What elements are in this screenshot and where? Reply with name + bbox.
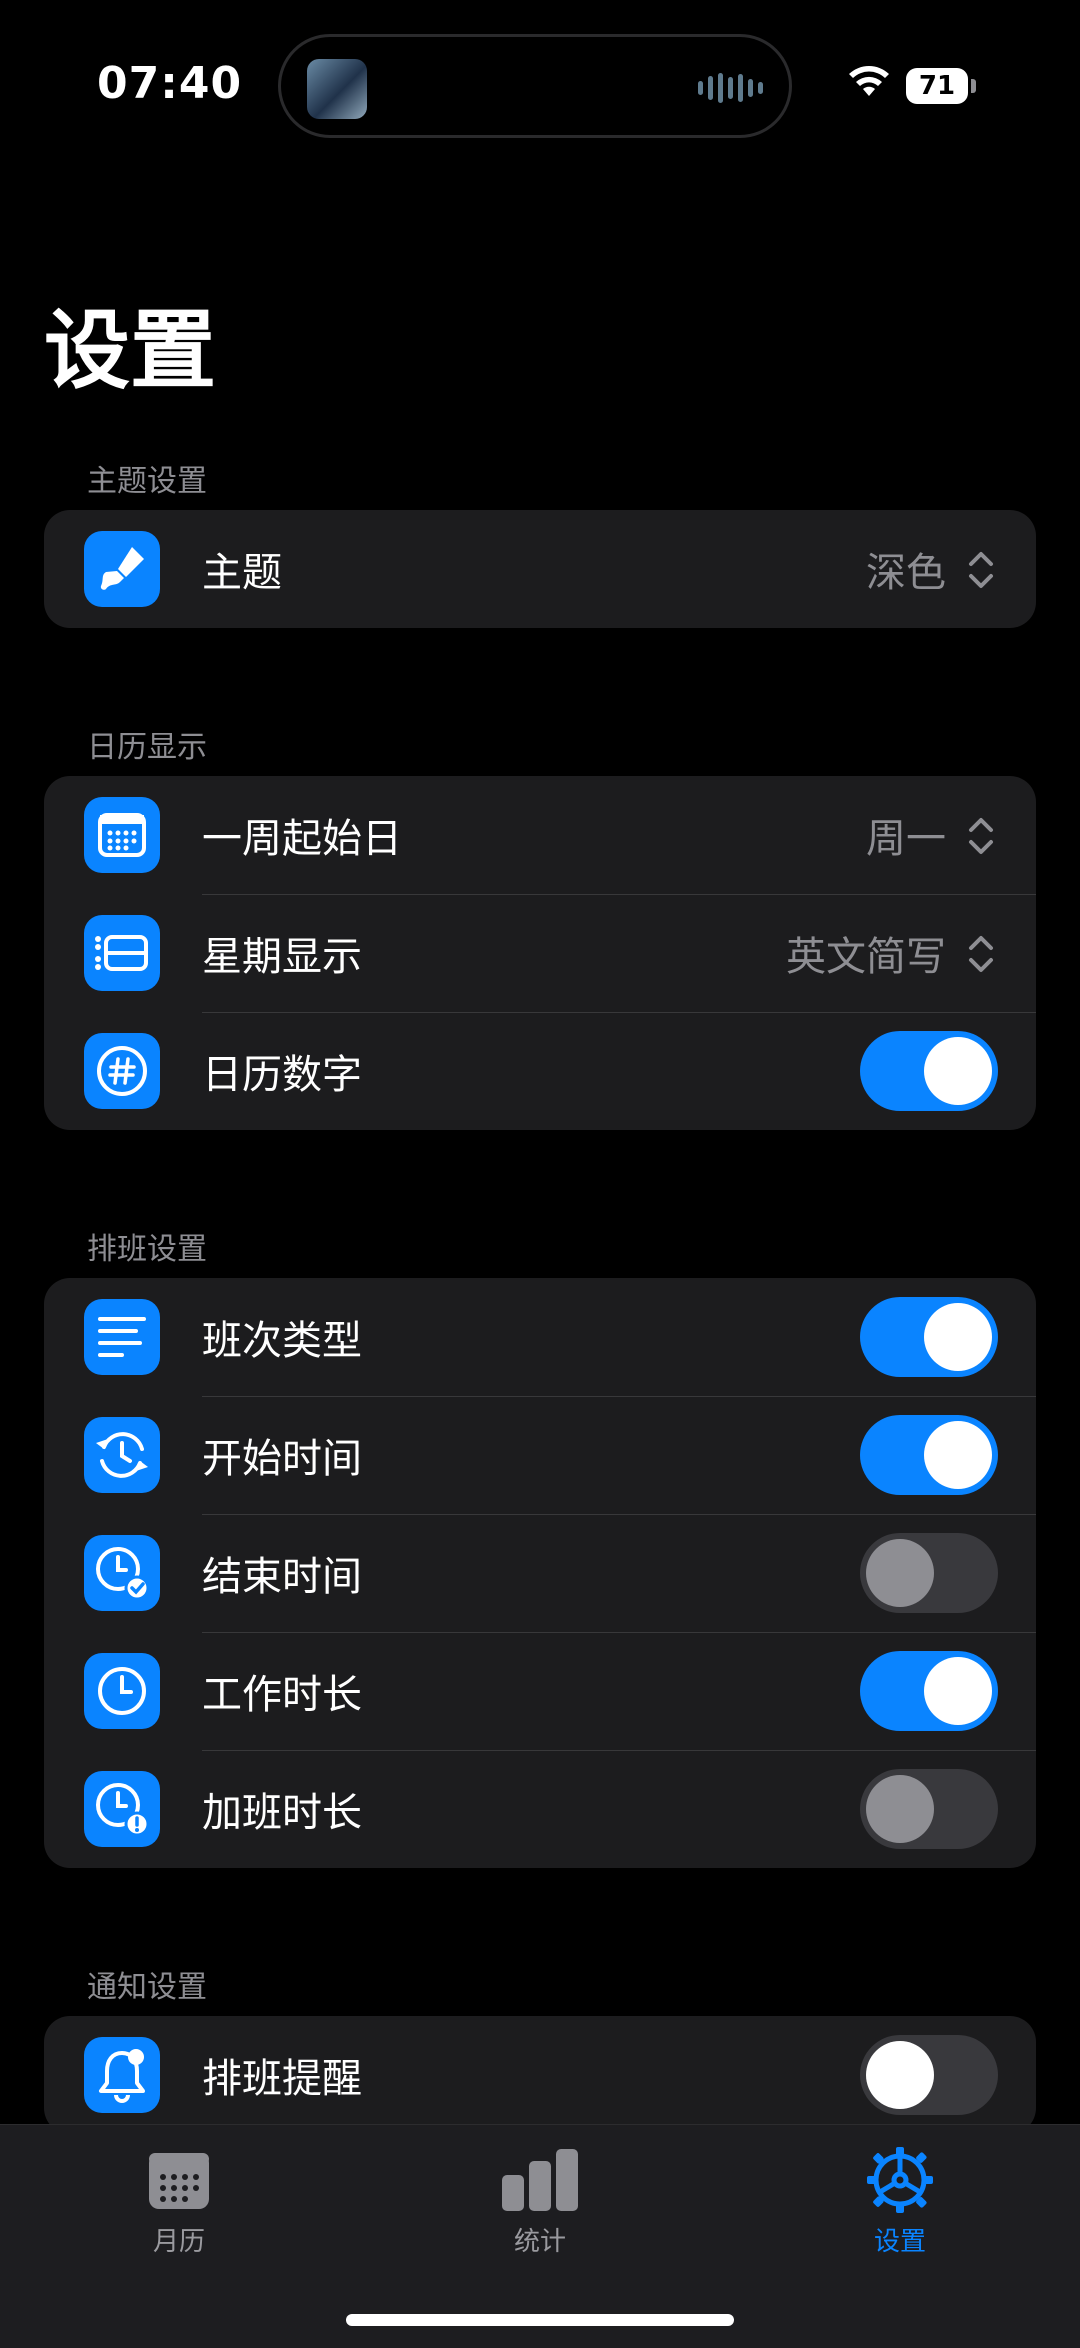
section-header-theme: 主题设置	[87, 464, 207, 499]
settings-group-theme: 主题 深色	[44, 510, 1036, 628]
setting-row-shift-reminder: 排班提醒	[44, 2016, 1036, 2134]
settings-group-calendar: 一周起始日 周一 星期显示 英文简写 日历数字	[44, 776, 1036, 1130]
chevron-up-down-icon	[969, 936, 993, 972]
shift-type-toggle[interactable]	[860, 1297, 998, 1377]
setting-label: 一周起始日	[202, 816, 402, 862]
bar-chart-icon	[502, 2149, 578, 2211]
setting-label: 班次类型	[202, 1318, 362, 1364]
setting-row-calendar-numbers: 日历数字	[44, 1012, 1036, 1130]
paintbrush-icon	[84, 531, 160, 607]
shift-reminder-toggle[interactable]	[860, 2035, 998, 2115]
home-indicator[interactable]	[346, 2314, 734, 2326]
tab-label: 统计	[513, 2227, 566, 2257]
setting-row-weekday-display[interactable]: 星期显示 英文简写	[44, 894, 1036, 1012]
tab-settings[interactable]: 设置	[800, 2145, 1000, 2258]
list-rectangle-icon	[84, 915, 160, 991]
tab-statistics[interactable]: 统计	[440, 2145, 640, 2258]
setting-label: 开始时间	[202, 1436, 362, 1482]
battery-indicator: 71	[906, 68, 968, 104]
setting-label: 工作时长	[202, 1672, 362, 1718]
clock-arrows-icon	[84, 1417, 160, 1493]
lines-icon	[84, 1299, 160, 1375]
section-header-calendar: 日历显示	[87, 730, 207, 765]
toggle-knob	[866, 1775, 934, 1843]
setting-row-work-duration: 工作时长	[44, 1632, 1036, 1750]
start-time-toggle[interactable]	[860, 1415, 998, 1495]
setting-row-week-start[interactable]: 一周起始日 周一	[44, 776, 1036, 894]
battery-tip	[971, 79, 976, 93]
now-playing-artwork	[307, 59, 367, 119]
tab-label: 设置	[873, 2227, 926, 2257]
wifi-icon	[849, 66, 889, 96]
chevron-up-down-icon	[969, 552, 993, 588]
status-bar: 07:40 71	[0, 0, 1080, 170]
calendar-icon	[84, 797, 160, 873]
settings-group-shift: 班次类型 开始时间 结束时间 工作时长 加班时长	[44, 1278, 1036, 1868]
setting-row-shift-type: 班次类型	[44, 1278, 1036, 1396]
dynamic-island[interactable]	[278, 34, 792, 138]
calendar-numbers-toggle[interactable]	[860, 1031, 998, 1111]
bell-badge-icon	[84, 2037, 160, 2113]
setting-value: 周一	[866, 816, 946, 862]
clock-check-icon	[84, 1535, 160, 1611]
setting-row-start-time: 开始时间	[44, 1396, 1036, 1514]
toggle-knob	[924, 1657, 992, 1725]
section-header-shift: 排班设置	[87, 1232, 207, 1267]
section-header-notify: 通知设置	[87, 1970, 207, 2005]
end-time-toggle[interactable]	[860, 1533, 998, 1613]
work-duration-toggle[interactable]	[860, 1651, 998, 1731]
setting-label: 排班提醒	[202, 2056, 362, 2102]
gear-icon	[867, 2147, 933, 2213]
setting-label: 星期显示	[202, 934, 362, 980]
toggle-knob	[866, 1539, 934, 1607]
calendar-grid-icon	[149, 2153, 209, 2209]
overtime-duration-toggle[interactable]	[860, 1769, 998, 1849]
setting-row-theme[interactable]: 主题 深色	[44, 510, 1036, 628]
toggle-knob	[924, 1421, 992, 1489]
toggle-knob	[866, 2041, 934, 2109]
status-time: 07:40	[97, 58, 243, 109]
number-icon	[84, 1033, 160, 1109]
setting-label: 日历数字	[202, 1052, 362, 1098]
toggle-knob	[924, 1303, 992, 1371]
setting-value: 深色	[866, 550, 946, 596]
toggle-knob	[924, 1037, 992, 1105]
clock-alert-icon	[84, 1771, 160, 1847]
setting-label: 结束时间	[202, 1554, 362, 1600]
tab-calendar[interactable]: 月历	[79, 2145, 279, 2258]
clock-icon	[84, 1653, 160, 1729]
tab-label: 月历	[152, 2227, 205, 2257]
chevron-up-down-icon	[969, 818, 993, 854]
audio-waveform-icon	[698, 73, 763, 103]
settings-group-notify: 排班提醒	[44, 2016, 1036, 2134]
setting-row-end-time: 结束时间	[44, 1514, 1036, 1632]
setting-label: 主题	[202, 550, 282, 596]
setting-row-overtime-duration: 加班时长	[44, 1750, 1036, 1868]
setting-value: 英文简写	[786, 934, 946, 980]
page-title: 设置	[44, 301, 216, 401]
setting-label: 加班时长	[202, 1790, 362, 1836]
